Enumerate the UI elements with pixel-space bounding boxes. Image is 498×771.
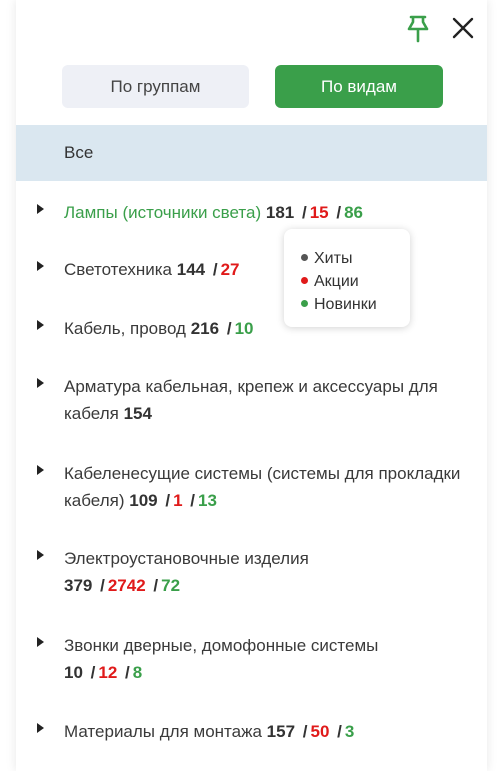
category-text: Кабеленесущие системы (системы для прокл… xyxy=(64,460,464,514)
promo-count: 50 xyxy=(310,722,330,741)
new-count: 10 xyxy=(234,319,254,338)
view-toggle: По группам По видам xyxy=(16,65,487,109)
category-text: Арматура кабельная, крепеж и аксессуары … xyxy=(64,373,464,427)
category-count: 216 xyxy=(190,319,220,338)
legend-new-label: Новинки xyxy=(314,296,377,313)
category-name: Звонки дверные, домофонные системы xyxy=(64,636,379,655)
category-count: 154 xyxy=(123,404,152,423)
separator: / xyxy=(226,319,232,338)
legend-promo: Акции xyxy=(301,273,359,291)
category-count: 10 xyxy=(64,663,83,682)
new-count: 13 xyxy=(198,491,217,510)
separator: / xyxy=(190,491,196,510)
by-kinds-button[interactable]: По видам xyxy=(275,65,443,108)
category-name: Арматура кабельная, крепеж и аксессуары … xyxy=(64,377,438,423)
promo-count: 15 xyxy=(309,203,329,222)
expand-arrow-icon[interactable] xyxy=(37,550,44,560)
separator: / xyxy=(302,722,308,741)
category-text: Лампы (источники света) 181 /15 /86 xyxy=(64,199,464,226)
hits-dot-icon xyxy=(301,254,308,261)
category-text: Электроустановочные изделия 379 /2742 /7… xyxy=(64,545,464,599)
expand-arrow-icon[interactable] xyxy=(37,378,44,388)
separator: / xyxy=(212,260,218,279)
legend-hits-label: Хиты xyxy=(314,250,353,267)
close-icon[interactable] xyxy=(449,14,477,42)
separator: / xyxy=(165,491,171,510)
new-count: 86 xyxy=(344,203,364,222)
expand-arrow-icon[interactable] xyxy=(37,465,44,475)
all-categories-label: Все xyxy=(64,143,94,162)
expand-arrow-icon[interactable] xyxy=(37,637,44,647)
expand-arrow-icon[interactable] xyxy=(37,723,44,733)
category-name: Лампы (источники света) xyxy=(64,203,262,222)
by-groups-button[interactable]: По группам xyxy=(62,65,249,108)
category-name: Электроустановочные изделия xyxy=(64,549,309,568)
catalog-filter-panel: По группам По видам Все Лампы (источники… xyxy=(16,0,487,771)
category-name: Кабель, провод xyxy=(64,319,186,338)
new-count: 3 xyxy=(344,722,355,741)
all-categories-row[interactable]: Все xyxy=(16,125,487,181)
expand-arrow-icon[interactable] xyxy=(37,320,44,330)
category-text: Материалы для монтажа 157 /50 /3 xyxy=(64,718,464,745)
new-count: 8 xyxy=(132,663,143,682)
category-count: 379 xyxy=(64,576,93,595)
pin-icon[interactable] xyxy=(404,14,432,44)
promo-count: 2742 xyxy=(107,576,146,595)
new-count: 72 xyxy=(161,576,181,595)
category-count: 109 xyxy=(129,491,158,510)
separator: / xyxy=(100,576,105,595)
expand-arrow-icon[interactable] xyxy=(37,204,44,214)
category-text: Звонки дверные, домофонные системы 10 /1… xyxy=(64,632,464,686)
counts-legend-tooltip: Хиты Акции Новинки xyxy=(284,229,410,327)
new-dot-icon xyxy=(301,300,308,307)
separator: / xyxy=(90,663,96,682)
promo-dot-icon xyxy=(301,277,308,284)
expand-arrow-icon[interactable] xyxy=(37,261,44,271)
category-count: 144 xyxy=(176,260,206,279)
legend-hits: Хиты xyxy=(301,250,352,268)
panel-header xyxy=(16,0,487,55)
category-name: Кабеленесущие системы (системы для прокл… xyxy=(64,464,461,510)
separator: / xyxy=(301,203,307,222)
category-count: 181 xyxy=(265,203,295,222)
separator: / xyxy=(153,576,159,595)
category-name: Светотехника xyxy=(64,260,173,279)
separator: / xyxy=(337,722,342,741)
promo-count: 27 xyxy=(220,260,240,279)
separator: / xyxy=(336,203,342,222)
separator: / xyxy=(125,663,130,682)
category-name: Материалы для монтажа xyxy=(64,722,262,741)
promo-count: 12 xyxy=(98,663,118,682)
legend-new: Новинки xyxy=(301,296,377,314)
legend-promo-label: Акции xyxy=(314,273,359,290)
promo-count: 1 xyxy=(173,491,183,510)
category-count: 157 xyxy=(266,722,296,741)
